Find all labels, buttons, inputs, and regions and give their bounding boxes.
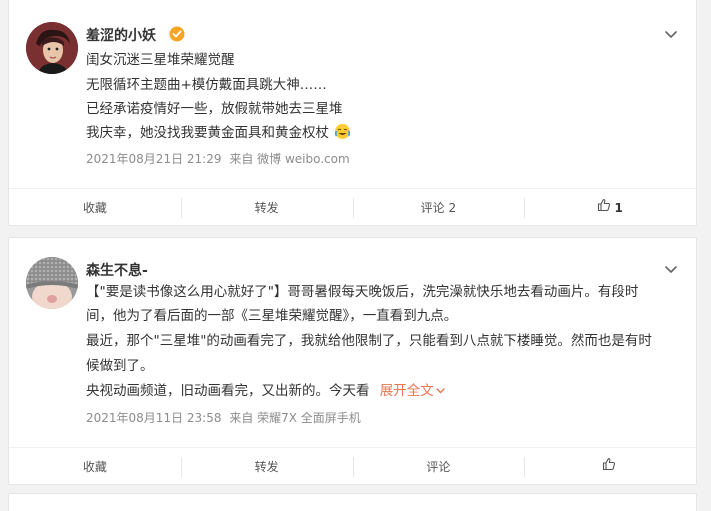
post-card — [8, 493, 697, 511]
source: 来自 微博 weibo.com — [229, 152, 350, 166]
post-text-line: 无限循环主题曲+模仿戴面具跳大神…… — [86, 77, 327, 93]
source: 来自 荣耀7X 全面屏手机 — [229, 411, 361, 425]
avatar[interactable] — [26, 22, 78, 74]
post-text: 央视动画频道，旧动画看完，又出新的。今天看 — [86, 383, 370, 399]
post-text-line: 我庆幸，她没找我要黄金面具和黄金权杖 — [86, 123, 351, 146]
chevron-down-icon — [436, 388, 445, 394]
laugh-cry-emoji-icon — [334, 123, 351, 146]
post-text-line: 候做到了。 — [86, 358, 154, 374]
repost-button[interactable]: 转发 — [180, 197, 353, 218]
comment-button[interactable]: 评论 — [352, 456, 525, 477]
favorite-button[interactable]: 收藏 — [9, 198, 181, 218]
post-text-line: 已经承诺疫情好一些，放假就带她去三星堆 — [86, 101, 343, 117]
timestamp[interactable]: 2021年08月11日 23:58 — [86, 411, 221, 425]
expand-full-text-link[interactable]: 展开全文 — [380, 383, 446, 399]
thumbs-up-icon — [602, 457, 616, 477]
timestamp[interactable]: 2021年08月21日 21:29 — [86, 152, 221, 166]
post-card: 羞涩的小妖 闺女沉迷三星堆荣耀觉醒 无限循环主题曲+模仿戴面具跳大神…… 已经承… — [8, 0, 697, 226]
like-count: 1 — [614, 200, 623, 215]
post-text-line: 闺女沉迷三星堆荣耀觉醒 — [86, 52, 235, 68]
avatar[interactable] — [26, 257, 78, 309]
post-text-line: 最近，那个"三星堆"的动画看完了，我就给他限制了，只能看到八点就下楼睡觉。然而也… — [86, 333, 652, 349]
verified-badge-icon — [169, 26, 185, 42]
post-meta: 2021年08月21日 21:29 来自 微博 weibo.com — [86, 150, 350, 167]
post-meta: 2021年08月11日 23:58 来自 荣耀7X 全面屏手机 — [86, 409, 361, 426]
like-button[interactable] — [524, 456, 696, 477]
favorite-button[interactable]: 收藏 — [9, 457, 181, 477]
like-button[interactable]: 1 — [524, 197, 696, 218]
repost-button[interactable]: 转发 — [180, 456, 353, 477]
chevron-down-icon[interactable] — [662, 25, 680, 43]
action-bar: 收藏 转发 评论 — [9, 447, 696, 485]
post-card: 森生不息- 【"要是读书像这么用心就好了"】哥哥暑假每天晚饭后，洗完澡就快乐地去… — [8, 237, 697, 485]
action-bar: 收藏 转发 评论 2 1 — [9, 188, 696, 226]
post-text: 我庆幸，她没找我要黄金面具和黄金权杖 — [86, 125, 329, 141]
post-text-line: 央视动画频道，旧动画看完，又出新的。今天看 展开全文 — [86, 381, 446, 401]
comment-button[interactable]: 评论 2 — [352, 197, 525, 218]
username[interactable]: 森生不息- — [86, 260, 148, 280]
chevron-down-icon[interactable] — [662, 260, 680, 278]
post-text-line: 【"要是读书像这么用心就好了"】哥哥暑假每天晚饭后，洗完澡就快乐地去看动画片。有… — [86, 284, 639, 300]
username[interactable]: 羞涩的小妖 — [86, 25, 156, 45]
thumbs-up-icon — [597, 198, 611, 218]
post-text-line: 间，他为了看后面的一部《三星堆荣耀觉醒》，一直看到九点。 — [86, 308, 458, 324]
